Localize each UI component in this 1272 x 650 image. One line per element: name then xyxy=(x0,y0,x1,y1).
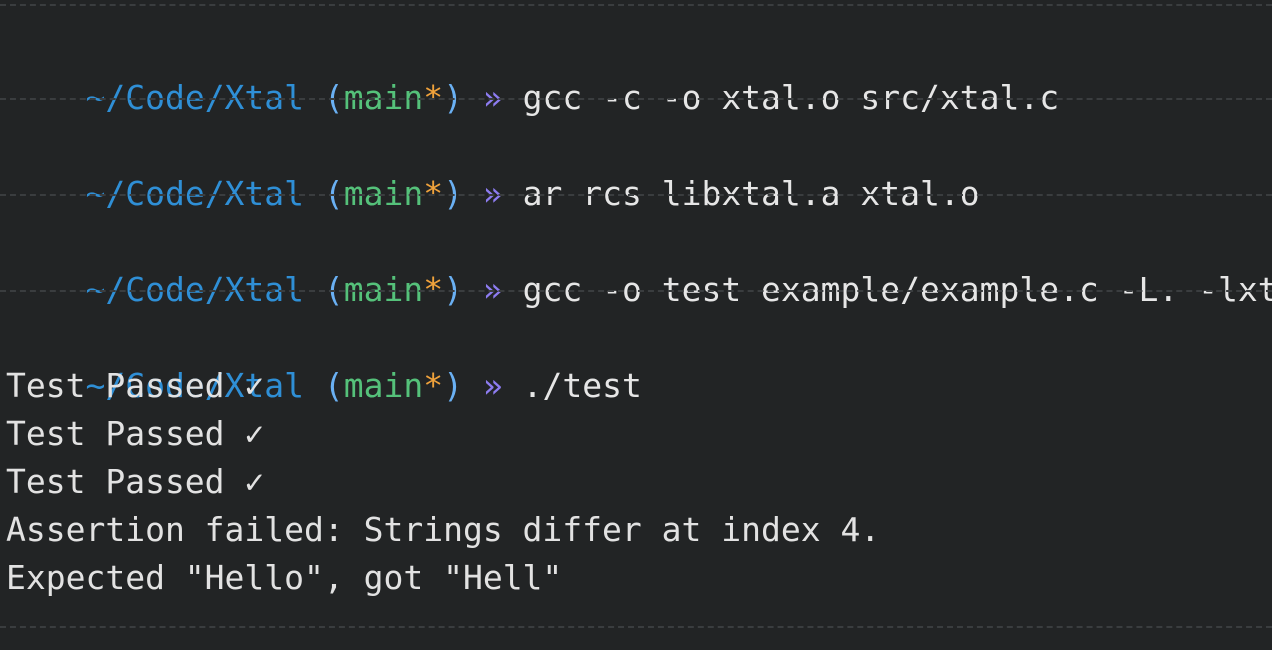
block-separator xyxy=(0,290,1272,292)
prompt-line[interactable]: ~/Code/Xtal (main*) » gcc -o test exampl… xyxy=(6,218,1272,309)
prompt-dirty-marker: * xyxy=(423,366,444,405)
block-separator xyxy=(0,4,1272,6)
block-separator xyxy=(0,98,1272,100)
terminal-window[interactable]: ~/Code/Xtal (main*) » gcc -c -o xtal.o s… xyxy=(0,0,1272,650)
block-separator xyxy=(0,194,1272,196)
output-line: Test Passed ✓ xyxy=(6,366,265,405)
prompt-close-paren: ) xyxy=(443,366,464,405)
prompt-open-paren: ( xyxy=(323,366,344,405)
block-separator xyxy=(0,626,1272,628)
prompt-line[interactable]: ~/Code/Xtal (main*) » ./test xyxy=(6,314,641,405)
prompt-line[interactable]: ~/Code/Xtal (main*) » gcc -c -o xtal.o s… xyxy=(6,26,1059,117)
prompt-arrow-icon: » xyxy=(482,366,503,405)
command-text: ./test xyxy=(522,366,642,405)
prompt-line[interactable]: ~/Code/Xtal (main*) » ar rcs libxtal.a x… xyxy=(6,122,979,213)
output-line: Assertion failed: Strings differ at inde… xyxy=(6,510,881,549)
output-line: Test Passed ✓ xyxy=(6,414,265,453)
output-line: Test Passed ✓ xyxy=(6,462,265,501)
prompt-branch: main xyxy=(343,366,424,405)
output-line: Expected "Hello", got "Hell" xyxy=(6,558,563,597)
